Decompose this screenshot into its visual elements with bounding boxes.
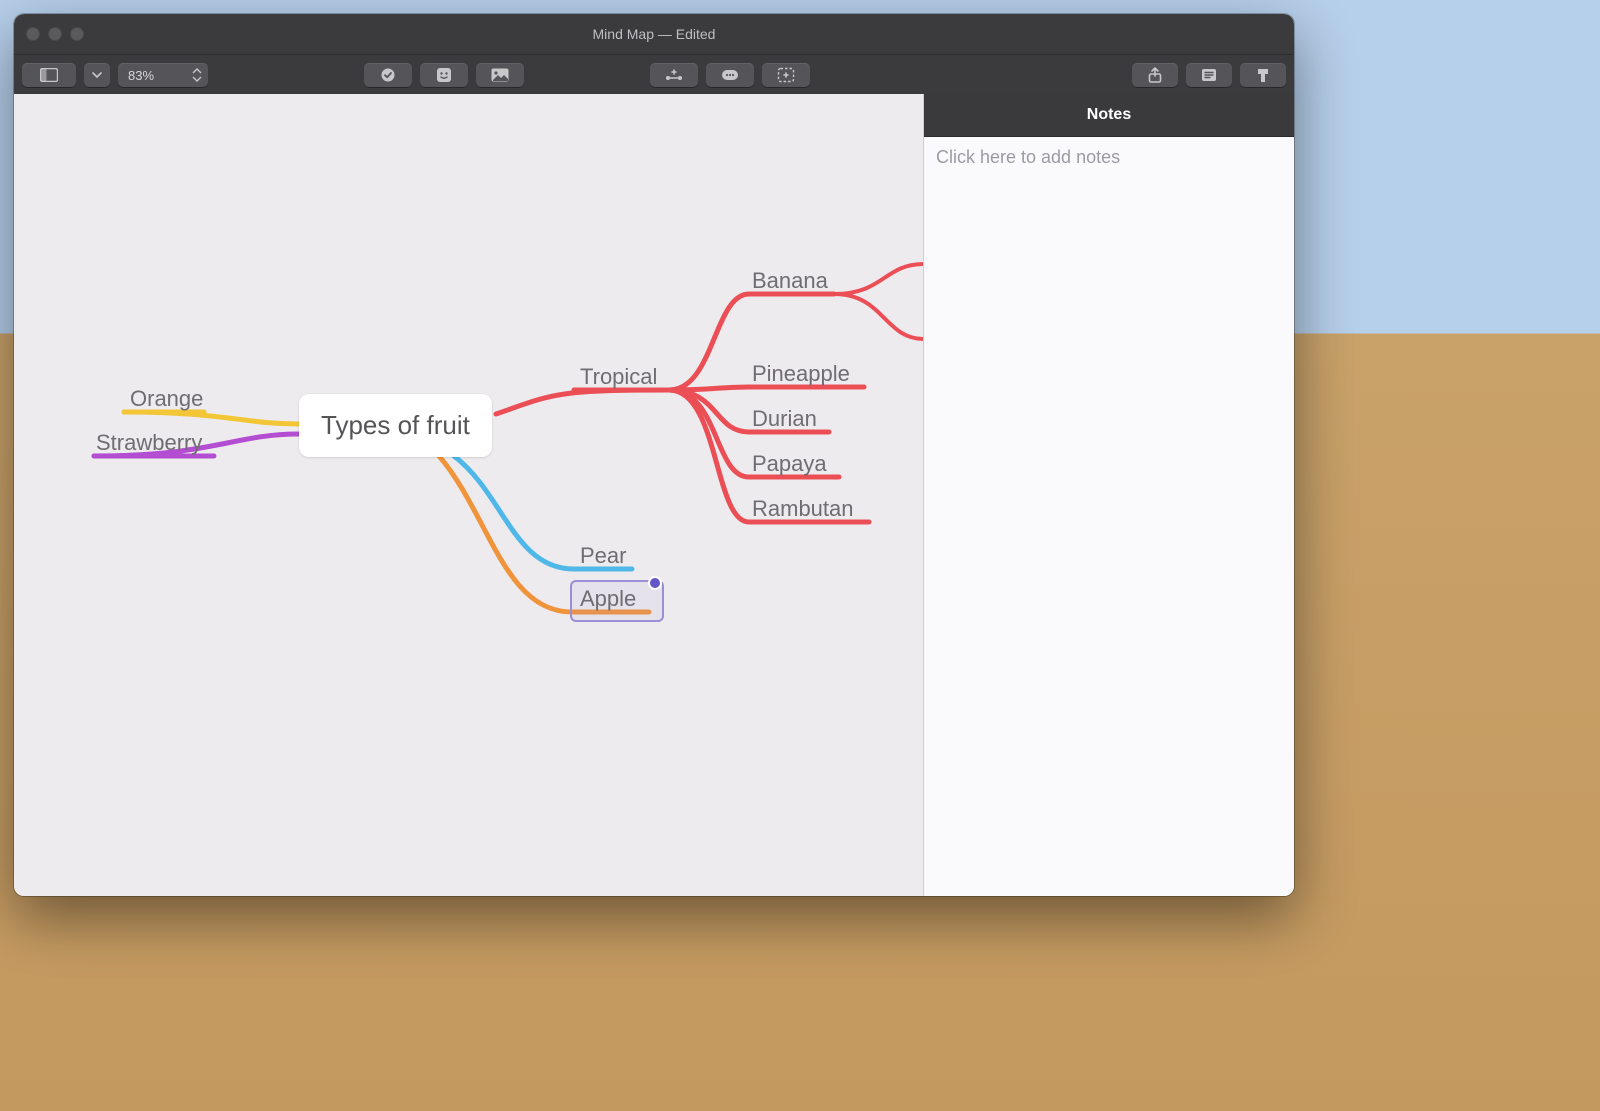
close-window-button[interactable]	[26, 27, 40, 41]
mindmap-canvas[interactable]: Types of fruit Orange Strawberry Tropica…	[14, 94, 923, 896]
add-boundary-button[interactable]	[762, 63, 810, 87]
content-area: Types of fruit Orange Strawberry Tropica…	[14, 94, 1294, 896]
app-window: Mind Map — Edited 83%	[14, 14, 1294, 896]
notes-textarea[interactable]: Click here to add notes	[924, 137, 1294, 896]
node-apple[interactable]: Apple	[580, 586, 636, 612]
central-node-label: Types of fruit	[321, 410, 470, 440]
node-label: Rambutan	[752, 496, 854, 521]
node-label: Papaya	[752, 451, 827, 476]
node-orange[interactable]: Orange	[130, 386, 203, 412]
share-button[interactable]	[1132, 63, 1178, 87]
node-tropical[interactable]: Tropical	[580, 364, 657, 390]
sidebar-layout-icon	[40, 68, 58, 82]
connection-plus-icon	[664, 68, 684, 82]
node-label: Banana	[752, 268, 828, 293]
node-label: Pear	[580, 543, 626, 568]
chevron-down-icon	[192, 75, 202, 82]
node-banana[interactable]: Banana	[752, 268, 828, 294]
mindmap-edges	[14, 94, 923, 896]
connect-group	[650, 63, 810, 87]
zoom-value: 83%	[128, 68, 154, 83]
check-circle-icon	[380, 67, 396, 83]
node-label: Pineapple	[752, 361, 850, 386]
view-mode-dropdown[interactable]	[84, 63, 110, 87]
smile-icon	[436, 67, 452, 83]
node-label: Tropical	[580, 364, 657, 389]
insert-task-button[interactable]	[364, 63, 412, 87]
notes-panel-icon	[1201, 68, 1217, 82]
toolbar: 83%	[14, 55, 1294, 96]
window-title: Mind Map — Edited	[14, 26, 1294, 42]
image-icon	[491, 68, 509, 82]
add-note-button[interactable]	[706, 63, 754, 87]
node-papaya[interactable]: Papaya	[752, 451, 827, 477]
toggle-notes-panel-button[interactable]	[1186, 63, 1232, 87]
titlebar[interactable]: Mind Map — Edited	[14, 14, 1294, 55]
node-label: Durian	[752, 406, 817, 431]
node-strawberry[interactable]: Strawberry	[96, 430, 202, 456]
minimize-window-button[interactable]	[48, 27, 62, 41]
boundary-icon	[777, 67, 795, 83]
note-dot-icon[interactable]	[650, 578, 660, 588]
central-node[interactable]: Types of fruit	[299, 394, 492, 457]
share-icon	[1148, 67, 1162, 83]
node-pineapple[interactable]: Pineapple	[752, 361, 850, 387]
add-connection-button[interactable]	[650, 63, 698, 87]
node-label: Orange	[130, 386, 203, 411]
notes-panel-header: Notes	[924, 94, 1294, 137]
node-label: Strawberry	[96, 430, 202, 455]
toggle-format-panel-button[interactable]	[1240, 63, 1286, 87]
chevron-down-icon	[92, 71, 102, 79]
insert-image-button[interactable]	[476, 63, 524, 87]
insert-sticker-button[interactable]	[420, 63, 468, 87]
zoom-control[interactable]: 83%	[118, 63, 208, 87]
node-pear[interactable]: Pear	[580, 543, 626, 569]
node-durian[interactable]: Durian	[752, 406, 817, 432]
chevron-up-icon	[192, 68, 202, 75]
notes-panel: Notes Click here to add notes	[923, 94, 1294, 896]
paintbrush-icon	[1256, 67, 1270, 83]
view-mode-button[interactable]	[22, 63, 76, 87]
zoom-window-button[interactable]	[70, 27, 84, 41]
insert-group	[364, 63, 524, 87]
notes-panel-title: Notes	[1087, 106, 1131, 124]
note-bubble-icon	[721, 69, 739, 81]
traffic-lights	[26, 27, 84, 41]
node-label: Apple	[580, 586, 636, 611]
node-rambutan[interactable]: Rambutan	[752, 496, 854, 522]
right-group	[1132, 63, 1286, 87]
zoom-stepper[interactable]	[192, 68, 202, 82]
